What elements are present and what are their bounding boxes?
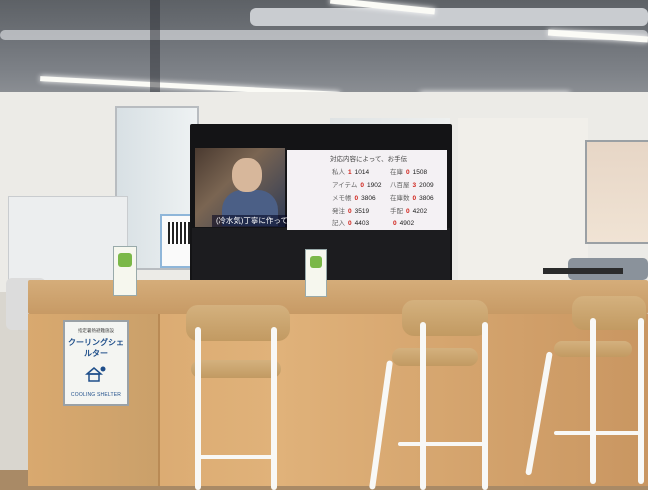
stool-backrest: [572, 296, 646, 330]
wall-column: [458, 118, 588, 283]
pop-card: [113, 246, 137, 296]
stool-seat: [392, 348, 478, 366]
table-cell: 在庫数 0 3806: [390, 195, 434, 202]
sign-subtitle: 指定暑熱避難施設: [78, 328, 114, 333]
table-cell: 在庫 0 1508: [390, 169, 428, 176]
stool-seat: [191, 360, 281, 378]
stool-footrest: [554, 431, 644, 435]
cooling-shelter-sign: 指定暑熱避難施設 クーリングシェルター COOLING SHELTER: [63, 320, 129, 406]
table-cell: 0 4902: [393, 220, 415, 227]
table-cell: アイテム 0 1902: [332, 182, 382, 189]
leaf-icon: [310, 256, 322, 268]
table-cell: メモ帳 0 3806: [332, 195, 376, 202]
pop-card: [305, 249, 327, 297]
qr-code-icon: [168, 222, 190, 244]
video-person-face: [232, 158, 262, 192]
leaf-icon: [118, 253, 132, 267]
ceiling-beam: [150, 0, 160, 95]
stool-footrest: [195, 455, 277, 459]
table-cell: 私人 1 1014: [332, 169, 370, 176]
stool-leg: [638, 318, 644, 484]
bar-stool: [183, 305, 291, 490]
bar-stool: [368, 300, 494, 490]
stool-leg: [482, 322, 488, 490]
stool-leg: [590, 318, 596, 484]
sign-english: COOLING SHELTER: [70, 392, 122, 398]
stool-leg: [420, 322, 426, 490]
bar-stool: [525, 296, 648, 486]
ceiling-duct: [250, 8, 648, 26]
stool-footrest: [398, 442, 488, 446]
photo-scene: (冷水気)丁寧に作って行ったと 対応内容によって、お手伝 私人 1 1014 アイテ…: [0, 0, 648, 490]
house-sun-icon: [84, 366, 106, 382]
stool-leg: [195, 327, 201, 490]
table-cell: 発注 0 3519: [332, 208, 370, 215]
stool-backrest: [402, 300, 488, 336]
window: [585, 140, 648, 244]
table-cell: 記入 0 4403: [332, 220, 370, 227]
table-cell: 手配 0 4202: [390, 208, 428, 215]
stool-leg: [271, 327, 277, 490]
info-table-header: 対応内容によって、お手伝: [330, 156, 408, 163]
side-table: [543, 268, 623, 274]
table-cell: 八百屋 3 2009: [390, 182, 434, 189]
sign-title: クーリングシェルター: [68, 338, 124, 358]
